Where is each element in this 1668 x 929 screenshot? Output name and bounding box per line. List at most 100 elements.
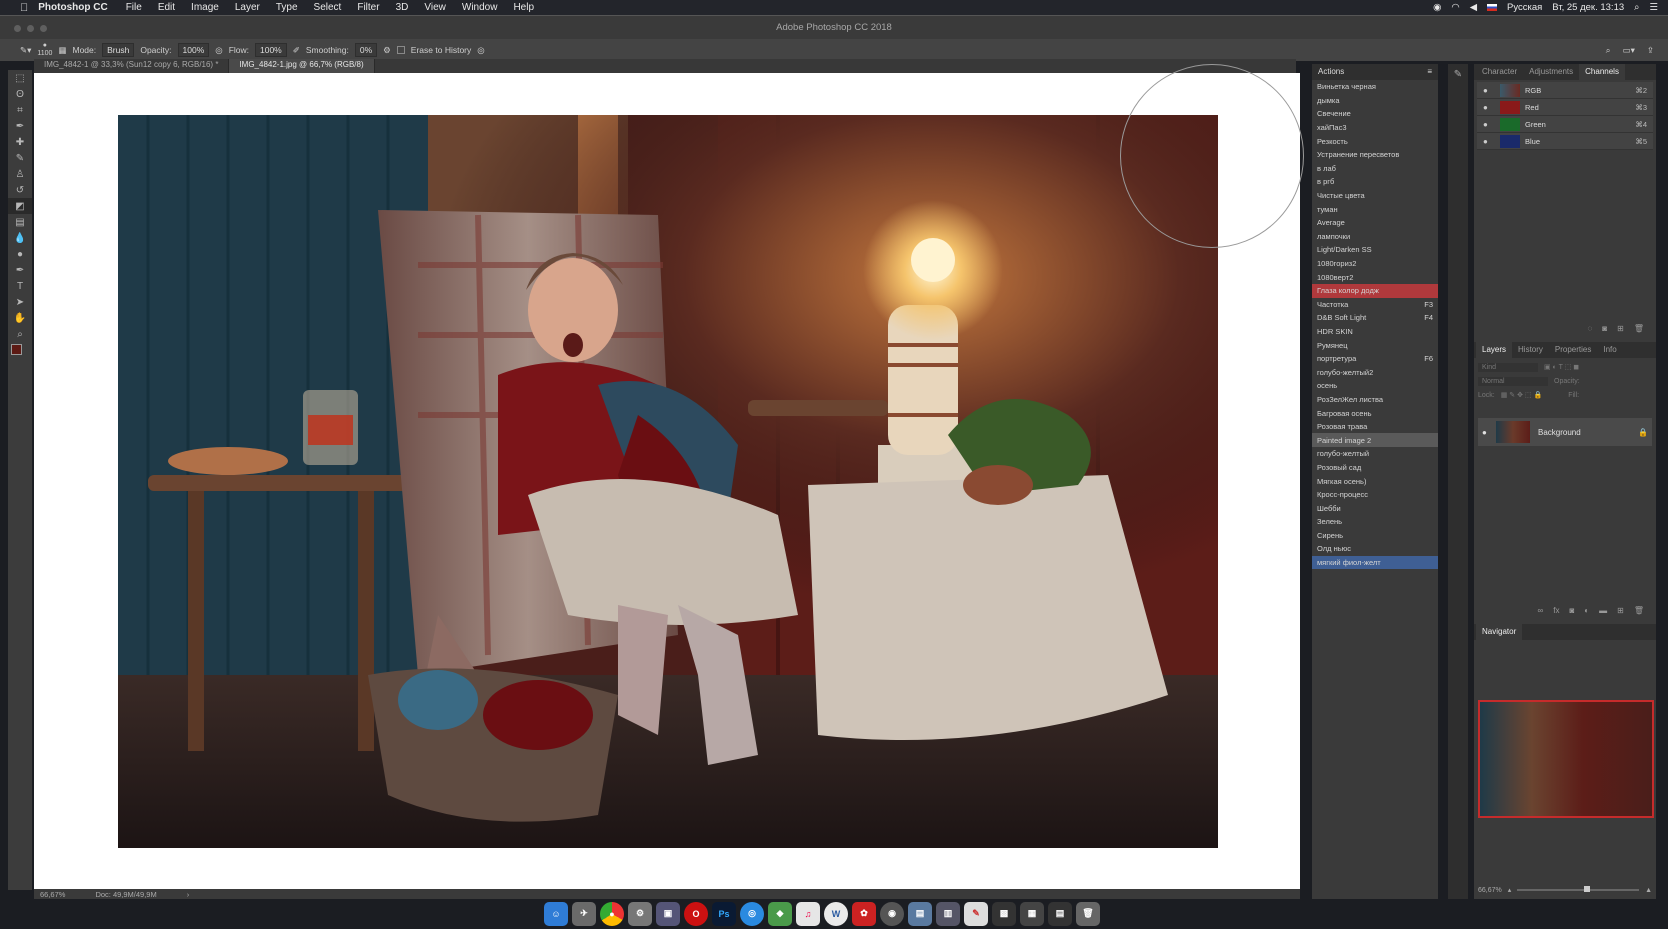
eraser-icon[interactable]: ✎▾ bbox=[20, 45, 31, 56]
opacity-input[interactable]: 100% bbox=[177, 43, 210, 57]
new-channel-icon[interactable]: ⊞ bbox=[1617, 324, 1624, 333]
gear-icon[interactable]: ⚙ bbox=[383, 45, 391, 56]
action-item[interactable]: Резкость bbox=[1312, 134, 1438, 148]
calendar-icon[interactable]: ▤ bbox=[908, 901, 932, 926]
crop-tool-icon[interactable]: ⌗ bbox=[8, 102, 32, 118]
marquee-tool-icon[interactable]: ⬚ bbox=[8, 70, 32, 86]
lock-icons[interactable]: ▦ ✎ ✥ ⬚ 🔒 bbox=[1501, 391, 1542, 399]
action-item[interactable]: Румянец bbox=[1312, 338, 1438, 352]
healing-tool-icon[interactable]: ✚ bbox=[8, 134, 32, 150]
channel-green[interactable]: ● Green ⌘4 bbox=[1477, 116, 1653, 133]
channel-red[interactable]: ● Red ⌘3 bbox=[1477, 99, 1653, 116]
tab-info[interactable]: Info bbox=[1597, 342, 1622, 358]
zoom-tool-icon[interactable]: ⌕ bbox=[8, 326, 32, 342]
menu-help[interactable]: Help bbox=[513, 2, 534, 13]
action-item[interactable]: РозЗелЖел листва bbox=[1312, 393, 1438, 407]
close-window-button[interactable] bbox=[14, 25, 21, 32]
history-brush-icon[interactable]: ↺ bbox=[8, 182, 32, 198]
adjustment-icon[interactable]: ◐ bbox=[1584, 606, 1589, 615]
blend-mode-select[interactable]: Normal bbox=[1478, 376, 1548, 386]
folder-icon[interactable]: ▬ bbox=[1599, 606, 1607, 615]
menu-window[interactable]: Window bbox=[462, 2, 498, 13]
doc-tab-2[interactable]: IMG_4842-1.jpg @ 66,7% (RGB/8) bbox=[229, 59, 375, 73]
fx-icon[interactable]: fx bbox=[1553, 606, 1559, 615]
lock-icon[interactable]: 🔒 bbox=[1638, 428, 1648, 437]
image-capture-icon[interactable]: ▩ bbox=[992, 901, 1016, 926]
eyedropper-tool-icon[interactable]: ✒ bbox=[8, 118, 32, 134]
doc-size[interactable]: Doc: 49,9M/49,9M bbox=[95, 890, 156, 899]
navigator-preview[interactable] bbox=[1478, 700, 1654, 818]
trash-icon[interactable]: 🗑 bbox=[1634, 324, 1644, 333]
action-item[interactable]: D&B Soft Light F4 bbox=[1312, 311, 1438, 325]
action-item[interactable]: 1080гориз2 bbox=[1312, 257, 1438, 271]
zoom-slider[interactable] bbox=[1517, 886, 1640, 892]
menu-edit[interactable]: Edit bbox=[158, 2, 175, 13]
launchpad-icon[interactable]: ✈ bbox=[572, 901, 596, 926]
brush-settings-panel-icon[interactable]: ✎ bbox=[1448, 64, 1468, 84]
action-item[interactable]: хайПас3 bbox=[1312, 121, 1438, 135]
visibility-eye-icon[interactable]: ● bbox=[1483, 103, 1495, 112]
opera-icon[interactable]: O bbox=[684, 901, 708, 926]
action-item[interactable]: Painted image 2 bbox=[1312, 433, 1438, 448]
finder-icon[interactable]: ☺ bbox=[544, 901, 568, 926]
folder-stack-icon[interactable]: ▦ bbox=[1020, 901, 1044, 926]
action-item[interactable]: Light/Darken SS bbox=[1312, 243, 1438, 257]
menu-view[interactable]: View bbox=[424, 2, 446, 13]
stamp-tool-icon[interactable]: ♙ bbox=[8, 166, 32, 182]
clock[interactable]: Вт, 25 дек. 13:13 bbox=[1552, 2, 1624, 13]
input-language[interactable]: Русская bbox=[1507, 2, 1542, 13]
airbrush-icon[interactable]: ✐ bbox=[293, 45, 300, 56]
minimize-window-button[interactable] bbox=[27, 25, 34, 32]
workspace-icon[interactable]: ▭▾ bbox=[1623, 45, 1635, 56]
menu-type[interactable]: Type bbox=[276, 2, 298, 13]
action-item[interactable]: Виньетка черная bbox=[1312, 80, 1438, 94]
action-item[interactable]: Устранение пересветов bbox=[1312, 148, 1438, 162]
action-item[interactable]: Сирень bbox=[1312, 529, 1438, 543]
visibility-eye-icon[interactable]: ● bbox=[1483, 86, 1495, 95]
photos-icon[interactable]: ▥ bbox=[936, 901, 960, 926]
action-item[interactable]: Average bbox=[1312, 216, 1438, 230]
action-item[interactable]: Кросс-процесс bbox=[1312, 488, 1438, 502]
mode-select[interactable]: Brush bbox=[102, 43, 135, 57]
visibility-eye-icon[interactable]: ● bbox=[1483, 137, 1495, 146]
new-layer-icon[interactable]: ⊞ bbox=[1617, 606, 1624, 615]
apple-icon[interactable]:  bbox=[20, 2, 28, 14]
pressure-size-icon[interactable]: ◎ bbox=[477, 45, 484, 56]
lasso-tool-icon[interactable]: ʘ bbox=[8, 86, 32, 102]
filter-icons[interactable]: ▣ ◐ T ⬚ ◼ bbox=[1544, 363, 1579, 371]
brush-preset-picker[interactable]: ● 1100 bbox=[37, 42, 52, 58]
app-menu[interactable]: Photoshop CC bbox=[38, 2, 107, 13]
word-icon[interactable]: W bbox=[824, 901, 848, 926]
zoom-level[interactable]: 66,67% bbox=[40, 890, 65, 899]
menu-layer[interactable]: Layer bbox=[235, 2, 260, 13]
dodge-tool-icon[interactable]: ● bbox=[8, 246, 32, 262]
menu-3d[interactable]: 3D bbox=[396, 2, 409, 13]
foreground-color-swatch[interactable] bbox=[11, 344, 22, 355]
blur-tool-icon[interactable]: 💧 bbox=[8, 230, 32, 246]
action-item[interactable]: лампочки bbox=[1312, 230, 1438, 244]
trash-icon[interactable]: 🗑 bbox=[1076, 901, 1100, 926]
eraser-tool-icon[interactable]: ◩ bbox=[8, 198, 32, 214]
action-item[interactable]: 1080верт2 bbox=[1312, 270, 1438, 284]
menu-file[interactable]: File bbox=[126, 2, 142, 13]
action-item[interactable]: Шебби bbox=[1312, 501, 1438, 515]
menu-select[interactable]: Select bbox=[314, 2, 342, 13]
channel-blue[interactable]: ● Blue ⌘5 bbox=[1477, 133, 1653, 150]
visibility-eye-icon[interactable]: ● bbox=[1482, 428, 1496, 437]
record-icon[interactable]: ◉ bbox=[1433, 2, 1441, 13]
brush-settings-icon[interactable]: ▦ bbox=[58, 45, 66, 56]
path-selection-icon[interactable]: ➤ bbox=[8, 294, 32, 310]
action-item[interactable]: в ргб bbox=[1312, 175, 1438, 189]
type-tool-icon[interactable]: T bbox=[8, 278, 32, 294]
link-icon[interactable]: ∞ bbox=[1538, 606, 1544, 615]
flow-input[interactable]: 100% bbox=[255, 43, 287, 57]
pen-tool-icon[interactable]: ✒ bbox=[8, 262, 32, 278]
action-item[interactable]: туман bbox=[1312, 202, 1438, 216]
action-item[interactable]: Багровая осень bbox=[1312, 406, 1438, 420]
menu-image[interactable]: Image bbox=[191, 2, 219, 13]
tab-layers[interactable]: Layers bbox=[1476, 342, 1513, 358]
action-item[interactable]: HDR SKIN bbox=[1312, 325, 1438, 339]
navigator-zoom[interactable]: 66,67% bbox=[1478, 887, 1502, 894]
action-item[interactable]: осень bbox=[1312, 379, 1438, 393]
visibility-eye-icon[interactable]: ● bbox=[1483, 120, 1495, 129]
